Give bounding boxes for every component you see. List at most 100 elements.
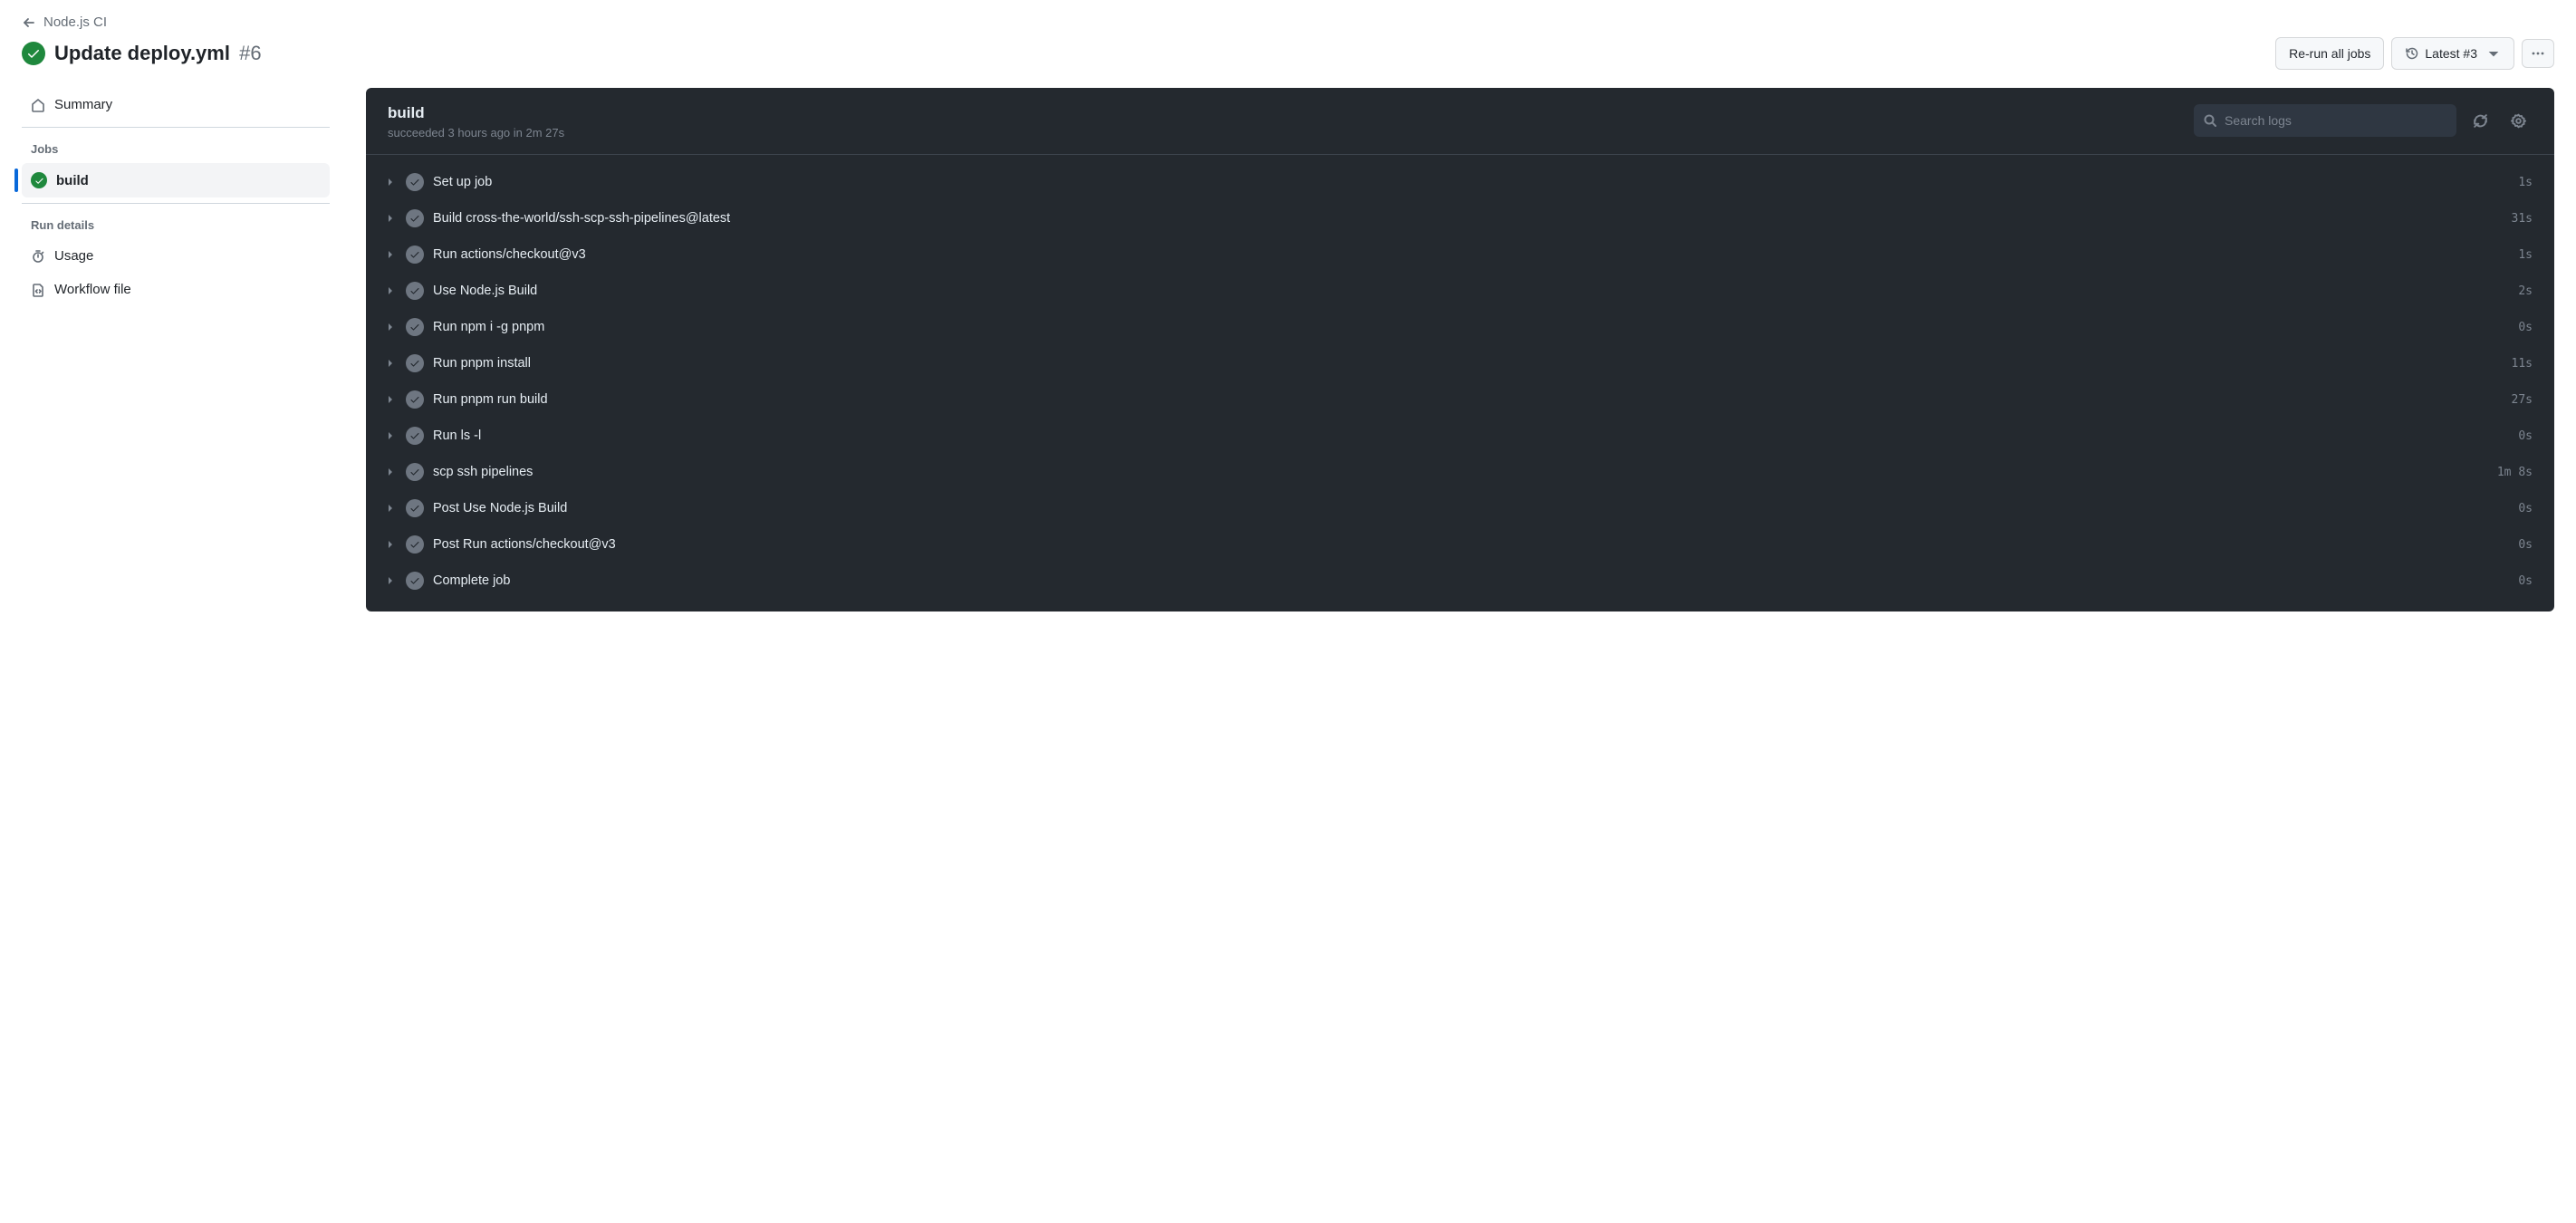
step-duration: 0s bbox=[2518, 574, 2533, 588]
step-row[interactable]: Run npm i -g pnpm 0s bbox=[366, 309, 2554, 345]
sidebar-job-label: build bbox=[56, 173, 89, 188]
run-status-icon bbox=[22, 42, 45, 65]
check-circle-icon bbox=[406, 354, 424, 372]
chevron-right-icon bbox=[384, 576, 397, 585]
chevron-right-icon bbox=[384, 504, 397, 513]
back-link-label: Node.js CI bbox=[43, 14, 107, 30]
sidebar: Summary Jobs build Run details Usage Wor… bbox=[22, 88, 366, 306]
check-circle-icon bbox=[31, 172, 47, 188]
step-row[interactable]: Build cross-the-world/ssh-scp-ssh-pipeli… bbox=[366, 200, 2554, 236]
divider bbox=[22, 203, 330, 204]
sidebar-job-build[interactable]: build bbox=[22, 163, 330, 197]
check-circle-icon bbox=[406, 390, 424, 409]
refresh-button[interactable] bbox=[2465, 106, 2494, 135]
chevron-right-icon bbox=[384, 540, 397, 549]
step-duration: 1m 8s bbox=[2497, 466, 2533, 479]
chevron-right-icon bbox=[384, 431, 397, 440]
search-logs-input[interactable] bbox=[2217, 113, 2447, 128]
check-circle-icon bbox=[406, 173, 424, 191]
step-label: Post Run actions/checkout@v3 bbox=[433, 537, 2509, 552]
arrow-left-icon bbox=[22, 15, 36, 30]
step-row[interactable]: Post Use Node.js Build 0s bbox=[366, 490, 2554, 526]
rerun-all-jobs-button[interactable]: Re-run all jobs bbox=[2275, 37, 2384, 70]
step-label: Post Use Node.js Build bbox=[433, 501, 2509, 515]
divider bbox=[22, 127, 330, 128]
check-circle-icon bbox=[406, 282, 424, 300]
home-icon bbox=[31, 98, 45, 112]
step-row[interactable]: Complete job 0s bbox=[366, 563, 2554, 599]
step-label: Run actions/checkout@v3 bbox=[433, 247, 2509, 262]
run-title-text: Update deploy.yml bbox=[54, 42, 230, 64]
check-circle-icon bbox=[406, 535, 424, 554]
step-duration: 27s bbox=[2512, 393, 2533, 407]
step-label: Run ls -l bbox=[433, 429, 2509, 443]
step-row[interactable]: Run actions/checkout@v3 1s bbox=[366, 236, 2554, 273]
step-duration: 2s bbox=[2518, 284, 2533, 298]
step-duration: 0s bbox=[2518, 538, 2533, 552]
step-duration: 0s bbox=[2518, 429, 2533, 443]
stopwatch-icon bbox=[31, 249, 45, 264]
step-duration: 31s bbox=[2512, 212, 2533, 226]
rerun-label: Re-run all jobs bbox=[2289, 44, 2370, 63]
latest-label: Latest #3 bbox=[2425, 44, 2477, 63]
kebab-menu-button[interactable] bbox=[2522, 39, 2554, 68]
step-label: Use Node.js Build bbox=[433, 284, 2509, 298]
run-title: Update deploy.yml #6 bbox=[54, 42, 262, 65]
step-duration: 11s bbox=[2512, 357, 2533, 371]
kebab-icon bbox=[2531, 46, 2545, 61]
step-label: Build cross-the-world/ssh-scp-ssh-pipeli… bbox=[433, 211, 2503, 226]
sidebar-workflow-label: Workflow file bbox=[54, 282, 131, 297]
job-substatus: succeeded 3 hours ago in 2m 27s bbox=[388, 126, 564, 140]
check-circle-icon bbox=[406, 318, 424, 336]
check-circle-icon bbox=[406, 572, 424, 590]
check-circle-icon bbox=[406, 463, 424, 481]
settings-button[interactable] bbox=[2504, 106, 2533, 135]
chevron-right-icon bbox=[384, 359, 397, 368]
caret-down-icon bbox=[2486, 46, 2501, 61]
chevron-right-icon bbox=[384, 250, 397, 259]
check-circle-icon bbox=[406, 427, 424, 445]
chevron-right-icon bbox=[384, 467, 397, 477]
jobs-heading: Jobs bbox=[22, 133, 330, 163]
chevron-right-icon bbox=[384, 286, 397, 295]
step-duration: 0s bbox=[2518, 321, 2533, 334]
step-label: Run npm i -g pnpm bbox=[433, 320, 2509, 334]
step-duration: 0s bbox=[2518, 502, 2533, 515]
chevron-right-icon bbox=[384, 214, 397, 223]
sidebar-usage-label: Usage bbox=[54, 248, 93, 264]
history-icon bbox=[2405, 46, 2419, 61]
step-row[interactable]: Use Node.js Build 2s bbox=[366, 273, 2554, 309]
log-panel: build succeeded 3 hours ago in 2m 27s bbox=[366, 88, 2554, 612]
check-circle-icon bbox=[406, 499, 424, 517]
chevron-right-icon bbox=[384, 323, 397, 332]
check-circle-icon bbox=[406, 246, 424, 264]
back-link[interactable]: Node.js CI bbox=[22, 14, 107, 30]
sidebar-summary-label: Summary bbox=[54, 97, 112, 112]
step-row[interactable]: Post Run actions/checkout@v3 0s bbox=[366, 526, 2554, 563]
chevron-right-icon bbox=[384, 395, 397, 404]
step-duration: 1s bbox=[2518, 176, 2533, 189]
step-label: Set up job bbox=[433, 175, 2509, 189]
sidebar-workflow-file[interactable]: Workflow file bbox=[22, 273, 330, 306]
run-details-heading: Run details bbox=[22, 209, 330, 239]
file-code-icon bbox=[31, 283, 45, 297]
step-row[interactable]: Run pnpm run build27s bbox=[366, 381, 2554, 418]
step-label: Complete job bbox=[433, 573, 2509, 588]
step-label: scp ssh pipelines bbox=[433, 465, 2488, 479]
check-circle-icon bbox=[406, 209, 424, 227]
search-logs-field[interactable] bbox=[2194, 104, 2456, 137]
job-name: build bbox=[388, 104, 564, 122]
chevron-right-icon bbox=[384, 178, 397, 187]
search-icon bbox=[2203, 113, 2217, 128]
sidebar-usage[interactable]: Usage bbox=[22, 239, 330, 273]
step-row[interactable]: scp ssh pipelines 1m 8s bbox=[366, 454, 2554, 490]
steps-list: Set up job 1s Build cross-the-world/ssh-sc… bbox=[366, 155, 2554, 612]
step-row[interactable]: Run ls -l 0s bbox=[366, 418, 2554, 454]
step-row[interactable]: Run pnpm install 11s bbox=[366, 345, 2554, 381]
sidebar-summary[interactable]: Summary bbox=[22, 88, 330, 121]
step-label: Run pnpm install bbox=[433, 356, 2503, 371]
step-row[interactable]: Set up job 1s bbox=[366, 164, 2554, 200]
latest-attempt-dropdown[interactable]: Latest #3 bbox=[2391, 37, 2514, 70]
sync-icon bbox=[2473, 113, 2488, 129]
step-duration: 1s bbox=[2518, 248, 2533, 262]
